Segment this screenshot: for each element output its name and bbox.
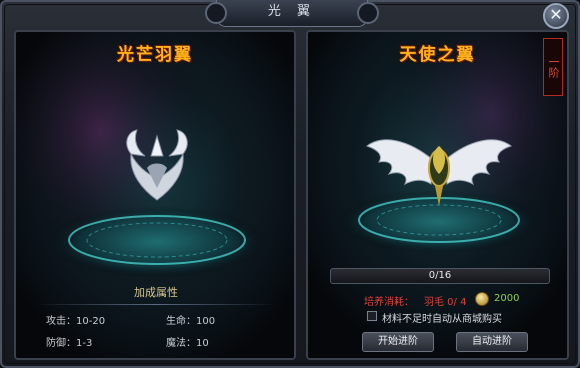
bonus-stats-title: 加成属性 — [134, 286, 178, 299]
stat-attack: 攻击：10-20 — [46, 316, 106, 327]
close-icon[interactable]: ✕ — [543, 3, 569, 29]
stat-defense: 防御：1-3 — [46, 338, 93, 349]
stat-hp: 生命：100 — [166, 316, 216, 327]
titlebar-ornament-left — [205, 2, 227, 24]
cultivation-progress-bar: 0/16 — [330, 268, 550, 284]
next-wing-title: 天使之翼 — [399, 45, 476, 65]
current-wing-title: 光芒羽翼 — [117, 45, 193, 65]
wing-window: 光 翼 ✕ 光芒羽翼 加成属性 攻击：10-20 生命：100 防御：1-3 魔… — [0, 0, 580, 368]
cost-label: 培养消耗： — [364, 297, 414, 308]
window-title: 光 翼 — [267, 4, 317, 19]
cost-item: 羽毛 0/ 4 — [424, 297, 467, 308]
start-advance-button[interactable]: 开始进阶 — [362, 332, 434, 352]
auto-advance-button[interactable]: 自动进阶 — [456, 332, 528, 352]
window-titlebar: 光 翼 — [205, 0, 379, 27]
tier-badge: 一阶 — [543, 38, 563, 96]
bonus-stats: 加成属性 攻击：10-20 生命：100 防御：1-3 魔法：10 — [36, 280, 276, 358]
progress-text: 0/16 — [428, 270, 452, 281]
auto-buy-label: 材料不足时自动从商城购买 — [382, 314, 502, 325]
auto-buy-checkbox[interactable] — [367, 311, 377, 321]
cost-gold: 2000 — [494, 293, 520, 304]
coin-icon — [475, 292, 489, 306]
titlebar-ornament-right — [357, 2, 379, 24]
stats-divider — [36, 304, 276, 305]
current-wing-panel: 光芒羽翼 加成属性 攻击：10-20 生命：100 防御：1-3 魔法：10 — [14, 30, 296, 360]
stat-magic: 魔法：10 — [166, 338, 209, 349]
next-wing-panel: 天使之翼 一阶 0/16 培养消耗： 羽毛 0/ 4 2000 材料不足时自动从… — [306, 30, 569, 360]
